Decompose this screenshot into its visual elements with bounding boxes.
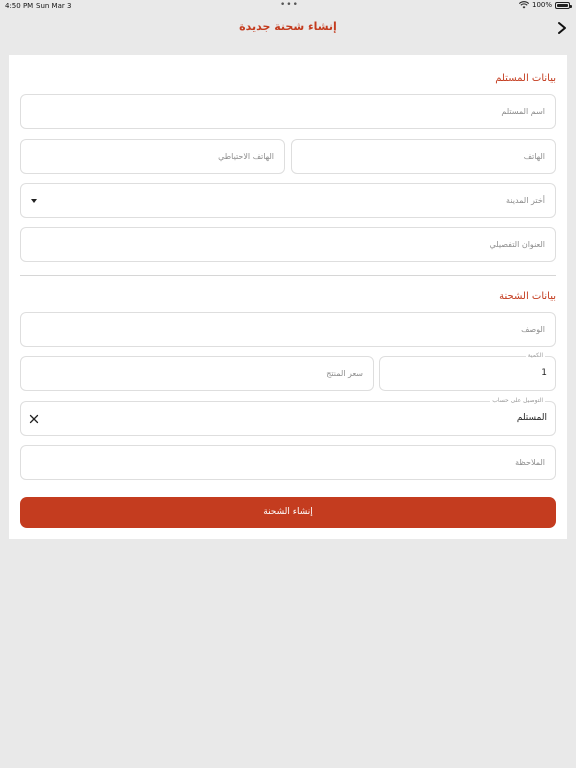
status-time: 4:50 PM <box>5 2 34 10</box>
delivery-payer-select[interactable]: التوصيل على حساب المستلم <box>20 397 556 436</box>
note-placeholder: الملاحظة <box>515 458 545 467</box>
alt-phone-placeholder: الهاتف الاحتياطي <box>218 152 274 161</box>
address-placeholder: العنوان التفصيلي <box>489 240 546 249</box>
shipment-section-title: بيانات الشحنة <box>499 291 556 302</box>
chevron-right-icon[interactable] <box>556 20 568 36</box>
quantity-value: 1 <box>541 368 547 378</box>
battery-icon <box>555 1 572 9</box>
phone-field[interactable]: الهاتف <box>291 139 556 174</box>
multitasking-dots-icon[interactable]: ••• <box>280 0 299 10</box>
receiver-section-title: بيانات المستلم <box>495 73 556 84</box>
delivery-payer-label: التوصيل على حساب <box>490 397 545 404</box>
create-shipment-button[interactable]: إنشاء الشحنة <box>20 497 556 528</box>
battery-percent: 100% <box>531 1 552 9</box>
note-field[interactable]: الملاحظة <box>20 445 556 480</box>
clear-icon[interactable] <box>28 413 40 425</box>
description-placeholder: الوصف <box>521 325 545 334</box>
quantity-field[interactable]: الكمية 1 <box>379 352 556 391</box>
delivery-payer-value: المستلم <box>516 413 547 423</box>
status-right: 100% <box>518 1 572 9</box>
receiver-name-field[interactable]: اسم المستلم <box>20 94 556 129</box>
address-field[interactable]: العنوان التفصيلي <box>20 227 556 262</box>
status-date: Sun Mar 3 <box>36 2 72 10</box>
price-field[interactable]: سعر المنتج <box>20 356 374 391</box>
battery-fill <box>557 3 568 7</box>
receiver-name-placeholder: اسم المستلم <box>501 107 545 116</box>
shipment-form-card: بيانات المستلم اسم المستلم الهاتف الهاتف… <box>9 55 567 539</box>
wifi-icon <box>518 1 529 9</box>
city-placeholder: أختر المدينة <box>506 196 545 205</box>
description-field[interactable]: الوصف <box>20 312 556 347</box>
alt-phone-field[interactable]: الهاتف الاحتياطي <box>20 139 285 174</box>
page-title: إنشاء شحنة جديدة <box>239 20 337 33</box>
quantity-label: الكمية <box>525 352 545 359</box>
nav-bar: إنشاء شحنة جديدة <box>0 12 576 44</box>
status-bar: 4:50 PM Sun Mar 3 ••• 100% <box>0 0 576 12</box>
phone-placeholder: الهاتف <box>523 152 545 161</box>
price-placeholder: سعر المنتج <box>326 369 363 378</box>
section-divider <box>20 275 556 276</box>
city-select[interactable]: أختر المدينة <box>20 183 556 218</box>
dropdown-caret-icon[interactable] <box>31 199 37 203</box>
